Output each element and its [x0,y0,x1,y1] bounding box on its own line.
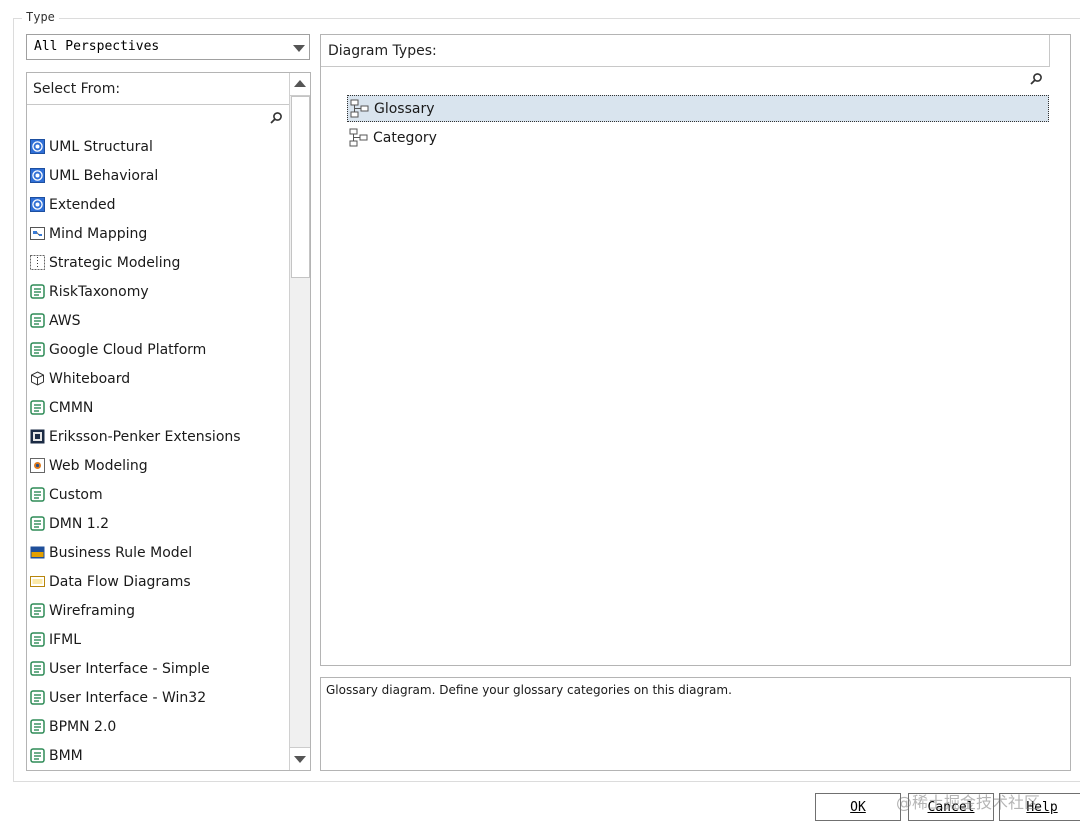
perspective-select[interactable]: All Perspectives [26,34,310,60]
perspective-item[interactable]: Whiteboard [27,364,289,393]
perspective-item-label: Eriksson-Penker Extensions [49,428,241,445]
perspective-item-label: User Interface - Win32 [49,689,207,706]
perspective-item-label: BMM [49,747,83,764]
perspective-item[interactable]: Custom [27,480,289,509]
mdg-icon [30,313,45,328]
dfd-icon [30,574,45,589]
perspective-item[interactable]: Eriksson-Penker Extensions [27,422,289,451]
perspective-item-label: AWS [49,312,81,329]
perspective-item-label: UML Behavioral [49,167,159,184]
perspective-item[interactable]: User Interface - Win32 [27,683,289,712]
search-icon[interactable] [269,111,283,125]
perspective-item[interactable]: BMM [27,741,289,770]
perspective-item-label: Whiteboard [49,370,131,387]
mdg-icon [30,661,45,676]
diagram-types-header: Diagram Types: [321,35,1050,67]
perspective-item-label: User Interface - Simple [49,660,210,677]
help-button[interactable]: Help [999,793,1080,821]
scroll-up-button[interactable] [290,73,310,96]
perspective-item[interactable]: Wireframing [27,596,289,625]
cancel-button[interactable]: Cancel [908,793,994,821]
mdg-icon [30,400,45,415]
chevron-down-icon[interactable] [293,45,305,52]
perspective-item-label: CMMN [49,399,94,416]
mindmap-icon [30,226,45,241]
mdg-icon [30,632,45,647]
mdg-icon [30,690,45,705]
diagram-types-label: Diagram Types: [328,43,437,59]
uml-icon [30,197,45,212]
mdg-icon [30,516,45,531]
perspective-item-label: UML Structural [49,138,153,155]
diagram-type-item[interactable]: Glossary [347,95,1049,122]
uml-icon [30,139,45,154]
perspective-item[interactable]: CMMN [27,393,289,422]
perspective-item-label: RiskTaxonomy [49,283,149,300]
perspective-item-label: IFML [49,631,82,648]
search-icon[interactable] [1029,72,1043,86]
description-text: Glossary diagram. Define your glossary c… [326,683,732,697]
strategic-icon [30,255,45,270]
mdg-icon [30,284,45,299]
perspective-item[interactable]: UML Structural [27,132,289,161]
perspective-item-label: Custom [49,486,103,503]
perspective-item[interactable]: UML Behavioral [27,161,289,190]
perspective-value: All Perspectives [34,39,160,54]
perspective-item-label: Wireframing [49,602,136,619]
perspective-item[interactable]: BPMN 2.0 [27,712,289,741]
brm-icon [30,545,45,560]
perspective-item[interactable]: Business Rule Model [27,538,289,567]
diagram-type-item[interactable]: Category [347,124,1049,151]
perspective-item[interactable]: Extended [27,190,289,219]
mdg-icon [30,719,45,734]
glossary-icon [350,99,369,118]
perspective-item[interactable]: User Interface - Simple [27,654,289,683]
diagram-type-label: Category [373,129,437,146]
perspective-item[interactable]: Mind Mapping [27,219,289,248]
perspective-item-label: BPMN 2.0 [49,718,117,735]
perspective-item-label: Extended [49,196,116,213]
perspective-item-label: Business Rule Model [49,544,193,561]
ok-button[interactable]: OK [815,793,901,821]
perspective-item[interactable]: Web Modeling [27,451,289,480]
cube-icon [30,371,45,386]
perspective-item[interactable]: RiskTaxonomy [27,277,289,306]
mdg-icon [30,342,45,357]
perspective-item-label: Mind Mapping [49,225,148,242]
perspective-item-label: Strategic Modeling [49,254,181,271]
perspective-list-panel: Select From: UML Structural UML Behaviora… [26,72,311,771]
ep-icon [30,429,45,444]
mdg-icon [30,748,45,763]
perspective-item-label: Google Cloud Platform [49,341,207,358]
perspective-item-label: Web Modeling [49,457,148,474]
diagram-type-label: Glossary [374,100,435,117]
perspective-item[interactable]: Data Flow Diagrams [27,567,289,596]
perspective-item[interactable]: DMN 1.2 [27,509,289,538]
glossary-icon [349,128,368,147]
perspective-item[interactable]: Strategic Modeling [27,248,289,277]
diagram-types-panel: Diagram Types: Glossary Category [320,34,1071,666]
scroll-thumb[interactable] [291,96,310,278]
scroll-down-button[interactable] [290,747,310,770]
web-icon [30,458,45,473]
select-from-header: Select From: [27,73,289,105]
mdg-icon [30,487,45,502]
perspective-item[interactable]: IFML [27,625,289,654]
vertical-scrollbar[interactable] [289,73,310,770]
perspective-item[interactable]: Google Cloud Platform [27,335,289,364]
uml-icon [30,168,45,183]
description-box: Glossary diagram. Define your glossary c… [320,677,1071,771]
group-title: Type [22,10,59,24]
perspective-list: UML Structural UML Behavioral Extended Mind… [27,132,289,770]
mdg-icon [30,603,45,618]
perspective-item-label: DMN 1.2 [49,515,110,532]
perspective-item[interactable]: AWS [27,306,289,335]
select-from-label: Select From: [33,81,121,97]
perspective-item-label: Data Flow Diagrams [49,573,191,590]
